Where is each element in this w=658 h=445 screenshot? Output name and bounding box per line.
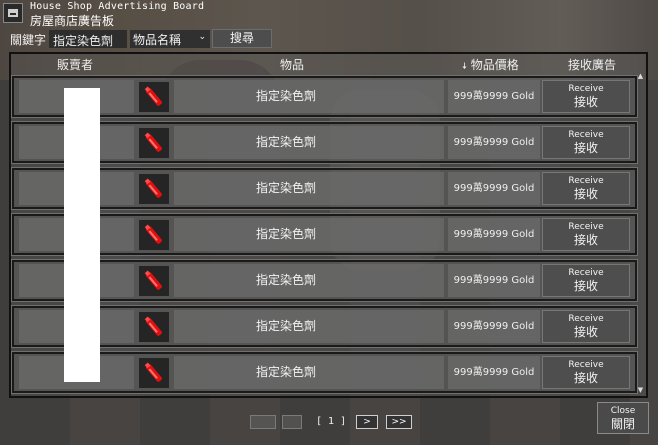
receive-button[interactable]: Receive 接收: [542, 126, 630, 159]
seller-redaction: [64, 88, 100, 382]
close-button-zh: 關閉: [610, 417, 635, 431]
price-cell: 999萬9999 Gold: [448, 80, 540, 113]
red-dye-icon: [138, 127, 170, 159]
receive-button[interactable]: Receive 接收: [542, 310, 630, 343]
receive-button-en: Receive: [568, 360, 604, 370]
filter-select-value: 物品名稱: [133, 33, 182, 47]
table-row: 指定染色劑 999萬9999 Gold Receive 接收: [11, 75, 638, 118]
receive-button-zh: 接收: [573, 141, 598, 155]
item-name-cell: 指定染色劑: [174, 126, 444, 159]
table-row: 指定染色劑 999萬9999 Gold Receive 接收: [11, 351, 638, 394]
chevron-down-icon: ⌄: [198, 32, 206, 42]
receive-button-zh: 接收: [573, 325, 598, 339]
keyword-label: 關鍵字: [10, 33, 47, 47]
column-header-price-label: 物品價格: [470, 58, 519, 72]
page-indicator: [ 1 ]: [316, 416, 347, 427]
receive-button[interactable]: Receive 接收: [542, 218, 630, 251]
receive-button-zh: 接收: [573, 95, 598, 109]
item-name-cell: 指定染色劑: [174, 80, 444, 113]
window-title-zh: 房屋商店廣告板: [30, 14, 115, 28]
first-page-button[interactable]: [250, 415, 276, 429]
table-row: 指定染色劑 999萬9999 Gold Receive 接收: [11, 305, 638, 348]
price-cell: 999萬9999 Gold: [448, 264, 540, 297]
item-name-cell: 指定染色劑: [174, 172, 444, 205]
item-name-cell: 指定染色劑: [174, 218, 444, 251]
column-header-seller: 販賣者: [57, 58, 94, 72]
table-row: 指定染色劑 999萬9999 Gold Receive 接收: [11, 213, 638, 256]
next-page-button[interactable]: >: [356, 415, 378, 429]
last-page-button[interactable]: >>: [386, 415, 412, 429]
red-dye-icon: [138, 81, 170, 113]
table-row: 指定染色劑 999萬9999 Gold Receive 接收: [11, 167, 638, 210]
receive-button-en: Receive: [568, 268, 604, 278]
search-button[interactable]: 搜尋: [212, 29, 272, 48]
window-title-en: House Shop Advertising Board: [30, 1, 205, 12]
listing-scrollbar[interactable]: ▲ ▼: [637, 72, 644, 394]
red-dye-icon: [138, 219, 170, 251]
table-row: 指定染色劑 999萬9999 Gold Receive 接收: [11, 259, 638, 302]
receive-button[interactable]: Receive 接收: [542, 172, 630, 205]
column-header-receive: 接收廣告: [568, 58, 617, 72]
red-dye-icon: [138, 265, 170, 297]
column-header-price[interactable]: 🠇 物品價格: [462, 56, 519, 75]
table-row: 指定染色劑 999萬9999 Gold Receive 接收: [11, 121, 638, 164]
receive-button-zh: 接收: [573, 187, 598, 201]
keyword-input[interactable]: 指定染色劑: [49, 30, 127, 48]
receive-button-en: Receive: [568, 314, 604, 324]
arrow-down-icon: 🠇: [462, 62, 467, 72]
red-dye-icon: [138, 357, 170, 389]
red-dye-icon: [138, 311, 170, 343]
close-button[interactable]: Close 關閉: [597, 402, 649, 434]
receive-button-en: Receive: [568, 130, 604, 140]
close-button-en: Close: [610, 406, 636, 416]
receive-button[interactable]: Receive 接收: [542, 80, 630, 113]
red-dye-icon: [138, 173, 170, 205]
board-icon: [3, 3, 23, 23]
item-name-cell: 指定染色劑: [174, 264, 444, 297]
scroll-up-icon[interactable]: ▲: [637, 72, 644, 80]
price-cell: 999萬9999 Gold: [448, 356, 540, 389]
column-header-item: 物品: [280, 58, 305, 72]
receive-button-en: Receive: [568, 176, 604, 186]
scroll-down-icon[interactable]: ▼: [637, 386, 644, 394]
receive-button-en: Receive: [568, 84, 604, 94]
item-name-cell: 指定染色劑: [174, 356, 444, 389]
price-cell: 999萬9999 Gold: [448, 218, 540, 251]
price-cell: 999萬9999 Gold: [448, 172, 540, 205]
prev-page-button[interactable]: [282, 415, 302, 429]
filter-select[interactable]: 物品名稱 ⌄: [130, 30, 210, 48]
receive-button-zh: 接收: [573, 233, 598, 247]
receive-button[interactable]: Receive 接收: [542, 356, 630, 389]
price-cell: 999萬9999 Gold: [448, 126, 540, 159]
receive-button-zh: 接收: [573, 279, 598, 293]
receive-button-zh: 接收: [573, 371, 598, 385]
item-name-cell: 指定染色劑: [174, 310, 444, 343]
receive-button[interactable]: Receive 接收: [542, 264, 630, 297]
receive-button-en: Receive: [568, 222, 604, 232]
price-cell: 999萬9999 Gold: [448, 310, 540, 343]
